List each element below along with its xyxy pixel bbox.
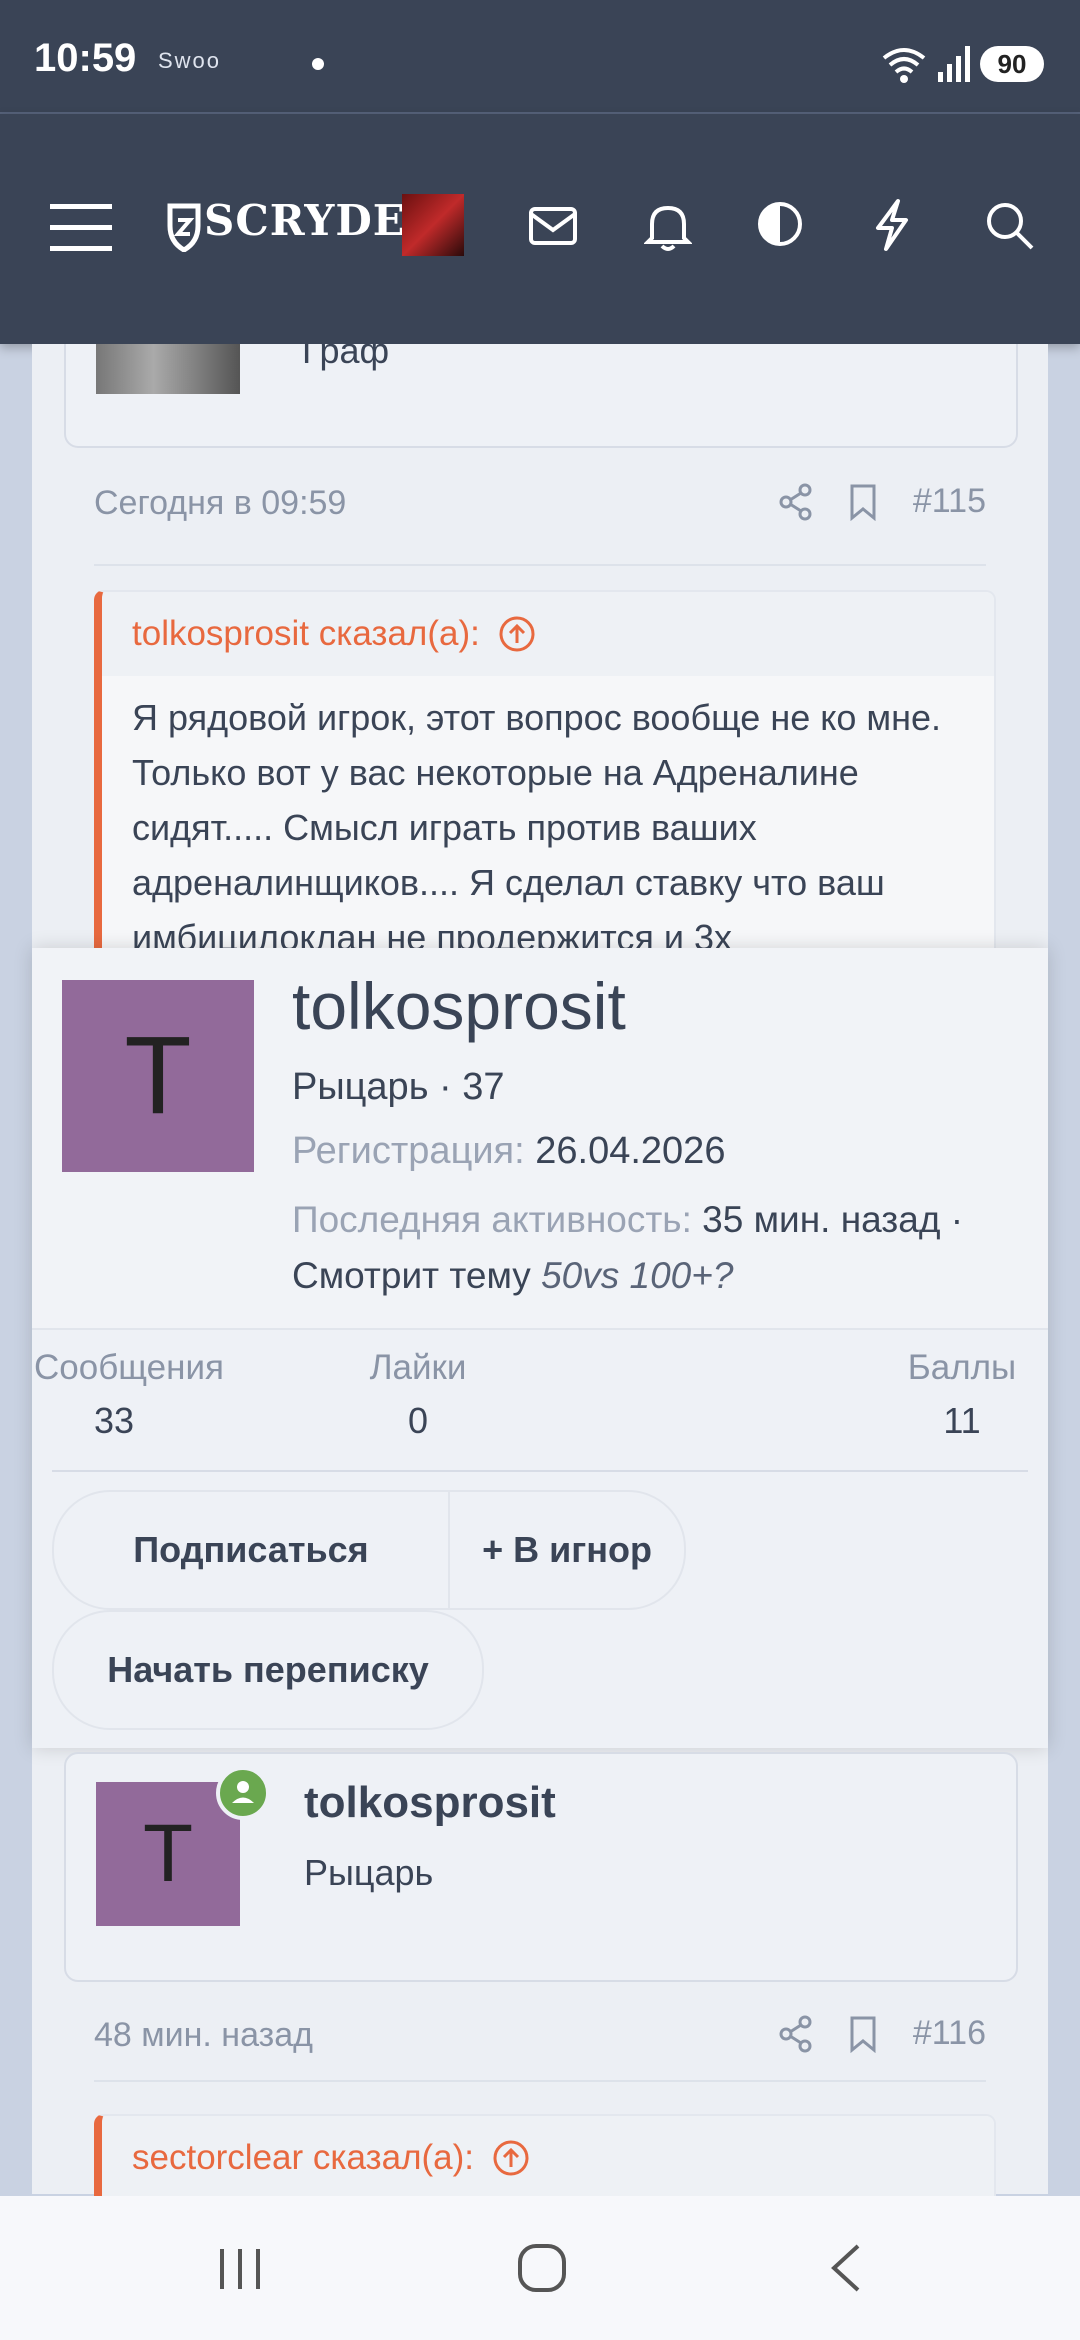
post-author-card: T tolkosprosit Рыцарь — [64, 1752, 1018, 1982]
stat-points[interactable]: Баллы 11 — [892, 1348, 1032, 1442]
stat-points-value: 11 — [943, 1400, 981, 1441]
post-divider — [94, 564, 986, 566]
menu-icon[interactable] — [48, 200, 114, 256]
bell-icon[interactable] — [644, 200, 692, 252]
bookmark-icon[interactable] — [849, 2015, 877, 2053]
share-icon[interactable] — [779, 2015, 813, 2053]
recent-apps-icon[interactable] — [216, 2246, 266, 2292]
user-avatar[interactable] — [402, 194, 464, 256]
arrow-up-circle-icon[interactable] — [492, 2139, 530, 2177]
viewing-label: Смотрит тему — [292, 1255, 531, 1296]
more-notifications-dot — [312, 58, 324, 70]
quote-header[interactable]: sectorclear сказал(а): — [102, 2116, 994, 2200]
member-activity: Последняя активность: 35 мин. назад · См… — [292, 1192, 1032, 1304]
post-time[interactable]: 48 мин. назад — [94, 2016, 313, 2055]
clock: 10:59 — [34, 36, 137, 80]
logo-shield-icon[interactable] — [166, 202, 202, 252]
follow-button[interactable]: Подписаться — [52, 1490, 450, 1610]
quote-block: tolkosprosit сказал(а): Я рядовой игрок,… — [94, 590, 996, 994]
quote-author[interactable]: sectorclear сказал(а): — [132, 2138, 474, 2178]
stat-points-label: Баллы — [907, 1348, 1017, 1387]
share-icon[interactable] — [779, 483, 813, 521]
author-username[interactable]: tolkosprosit — [304, 1778, 556, 1828]
stat-messages-value: 33 — [93, 1400, 135, 1441]
online-status-icon — [216, 1766, 270, 1820]
author-rank: Рыцарь — [304, 1852, 434, 1893]
notification-icons: Swoo — [158, 48, 222, 73]
stats-divider — [52, 1470, 1028, 1472]
quote-header[interactable]: tolkosprosit сказал(а): — [102, 592, 994, 676]
wifi-icon — [882, 48, 926, 83]
member-rank: Рыцарь · 37 — [292, 1066, 505, 1108]
post-divider — [94, 2080, 986, 2082]
member-username[interactable]: tolkosprosit — [292, 968, 626, 1044]
contrast-icon[interactable] — [756, 200, 804, 248]
stat-likes-value: 0 — [407, 1400, 429, 1441]
app-header: SCRYDE — [0, 114, 1080, 344]
post-time[interactable]: Сегодня в 09:59 — [94, 484, 346, 523]
start-conversation-button[interactable]: Начать переписку — [52, 1610, 484, 1730]
member-avatar[interactable]: T — [62, 980, 254, 1172]
mail-icon[interactable] — [528, 206, 578, 246]
author-avatar[interactable] — [96, 344, 240, 394]
home-icon[interactable] — [516, 2242, 568, 2294]
battery-indicator: 90 — [980, 46, 1044, 82]
site-logo[interactable]: SCRYDE — [204, 196, 406, 245]
post-number[interactable]: #115 — [913, 482, 986, 521]
stat-messages[interactable]: Сообщения 33 — [34, 1348, 224, 1442]
registration-value: 26.04.2026 — [535, 1130, 726, 1172]
activity-label: Последняя активность: — [292, 1199, 692, 1240]
user-icon — [232, 1781, 254, 1803]
viewing-thread-link[interactable]: 50vs 100+? — [541, 1255, 733, 1296]
back-icon[interactable] — [826, 2242, 866, 2294]
bolt-icon[interactable] — [872, 198, 912, 252]
quote-author[interactable]: tolkosprosit сказал(а): — [132, 614, 480, 654]
stat-likes-label: Лайки — [369, 1348, 467, 1387]
previous-post-author-card: Граф — [64, 330, 1018, 448]
post-actions: #116 — [779, 2014, 986, 2053]
member-tooltip-header: T tolkosprosit Рыцарь · 37 Регистрация: … — [32, 948, 1048, 1330]
stat-messages-label: Сообщения — [34, 1348, 224, 1387]
activity-value: 35 мин. назад · — [702, 1199, 964, 1240]
bookmark-icon[interactable] — [849, 483, 877, 521]
stat-likes[interactable]: Лайки 0 — [328, 1348, 508, 1442]
search-icon[interactable] — [984, 200, 1036, 252]
arrow-up-circle-icon[interactable] — [498, 615, 536, 653]
author-rank: Граф — [302, 330, 390, 371]
status-bar: 10:59 Swoo 90 — [0, 0, 1080, 112]
ignore-button[interactable]: + В игнор — [448, 1490, 686, 1610]
member-tooltip: T tolkosprosit Рыцарь · 37 Регистрация: … — [32, 948, 1048, 1748]
post-actions: #115 — [779, 482, 986, 521]
post-number[interactable]: #116 — [913, 2014, 986, 2053]
signal-icon — [938, 46, 970, 82]
quote-text: Я рядовой игрок, этот вопрос вообще не к… — [132, 697, 942, 958]
registration-label: Регистрация: — [292, 1130, 525, 1172]
member-registration: Регистрация: 26.04.2026 — [292, 1130, 725, 1173]
system-navigation-bar — [0, 2196, 1080, 2340]
